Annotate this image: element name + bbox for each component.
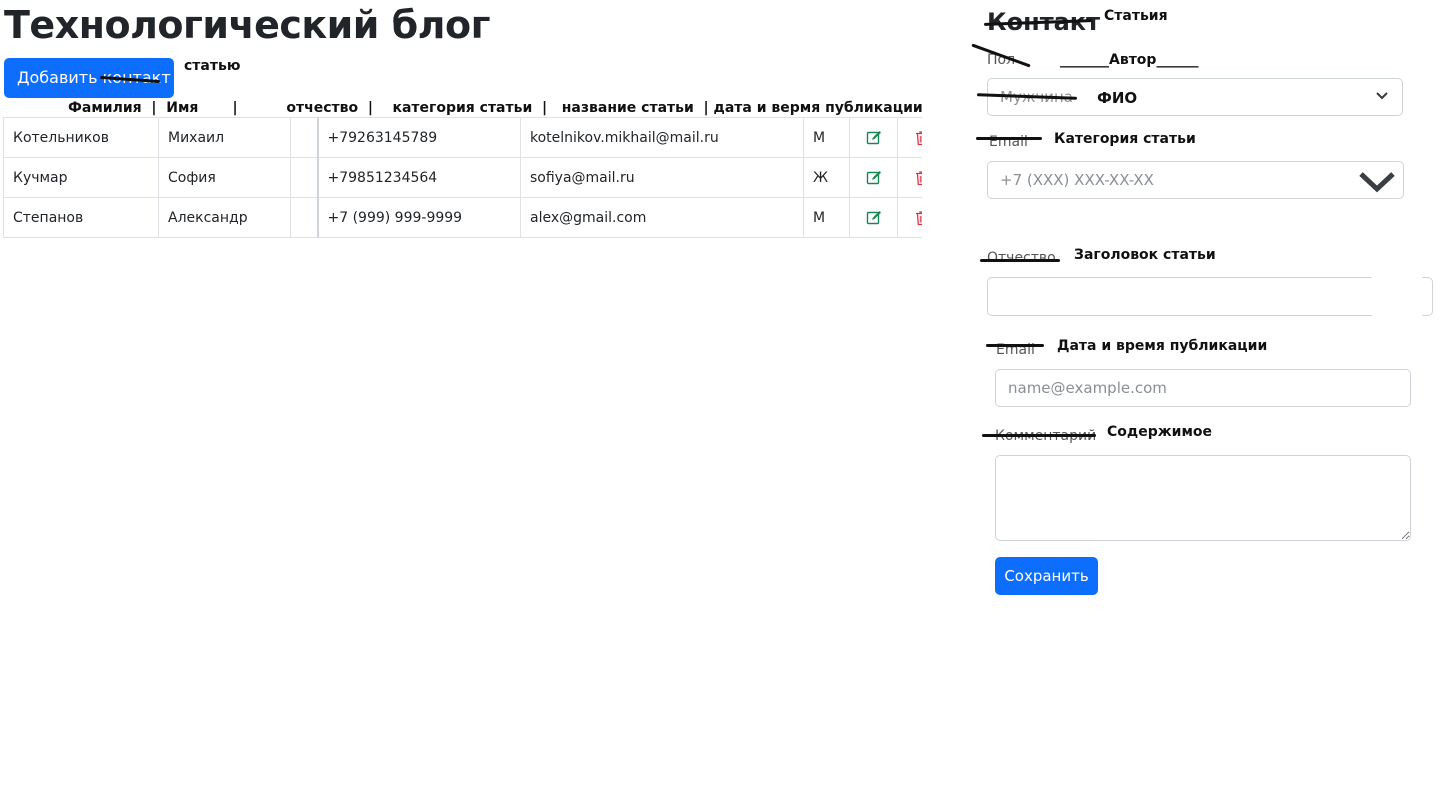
cell-first-name: Александр [158,197,291,238]
cell-middle-name [290,157,318,198]
cell-email: sofiya@mail.ru [520,157,804,198]
edit-icon[interactable] [866,130,882,146]
cell-first-name: Михаил [158,117,291,158]
cell-middle-name [290,197,318,238]
table-row: Кучмар София +79851234564 sofiya@mail.ru… [3,157,946,198]
edit-cell [849,117,898,158]
annotation-form-heading: Статьия [1104,8,1168,24]
annotation-phone-label: Категория статьи [1054,131,1196,147]
table-row: Котельников Михаил +79263145789 kotelnik… [3,117,946,158]
patronymic-input[interactable] [987,277,1433,316]
annotation-comment-label: Содержимое [1107,424,1213,440]
table-row: Степанов Александр +7 (999) 999-9999 ale… [3,197,946,238]
annotation-email-label: Дата и время публикации [1057,338,1268,354]
edit-icon[interactable] [866,210,882,226]
annotation-strike [986,344,1044,347]
cell-last-name: Кучмар [3,157,159,198]
cell-first-name: София [158,157,291,198]
annotation-strike [980,259,1060,262]
comment-textarea[interactable] [995,455,1411,541]
annotation-gender-label: _______Автор______ [1060,52,1199,68]
phone-input[interactable] [987,161,1404,199]
cell-last-name: Степанов [3,197,159,238]
edit-cell [849,157,898,198]
save-button[interactable]: Сохранить [995,557,1098,595]
contacts-table: Котельников Михаил +79263145789 kotelnik… [3,117,946,238]
edit-cell [849,197,898,238]
patronymic-label: Отчество [987,250,1056,266]
cell-phone: +79851234564 [316,157,521,198]
table-edge-mask [922,117,952,245]
cell-gender: М [803,197,850,238]
annotation-gender-value: ФИО [1097,89,1138,107]
annotation-column-headers: Фамилия | Имя | отчество | категория ста… [68,100,923,116]
chevron-down-icon [1359,172,1395,193]
cell-middle-name [290,117,318,158]
cell-gender: Ж [803,157,850,198]
annotation-strike [982,434,1096,437]
cell-last-name: Котельников [3,117,159,158]
annotation-add-note: статью [184,58,241,74]
annotation-patronymic-label: Заголовок статьи [1074,247,1216,263]
edit-icon[interactable] [866,170,882,186]
cell-email: alex@gmail.com [520,197,804,238]
add-contact-button[interactable]: Добавить контакт [4,58,174,98]
page-title: Технологический блог [4,3,490,47]
input-edge-mask [1372,276,1422,316]
cell-gender: М [803,117,850,158]
cell-email: kotelnikov.mikhail@mail.ru [520,117,804,158]
annotation-strike [976,137,1042,140]
cell-phone: +79263145789 [316,117,521,158]
email-input[interactable] [995,369,1411,407]
cell-phone: +7 (999) 999-9999 [316,197,521,238]
chevron-down-icon [1376,92,1388,100]
